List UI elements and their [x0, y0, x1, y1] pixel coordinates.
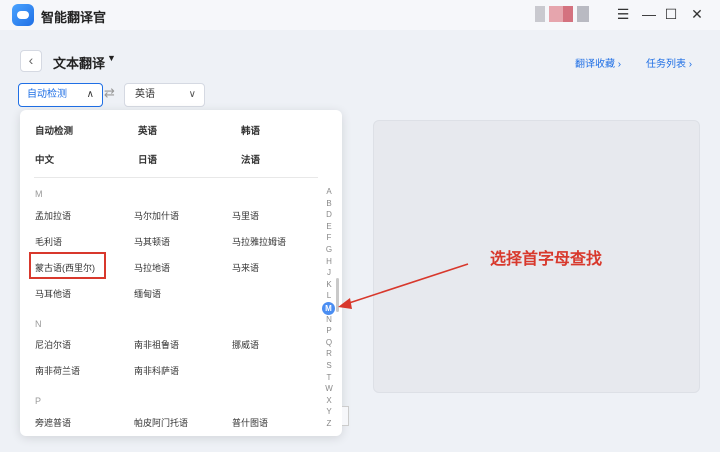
- language-option[interactable]: 英语: [138, 123, 157, 137]
- language-option[interactable]: 中文: [35, 152, 54, 166]
- menu-icon[interactable]: ☰: [614, 5, 632, 23]
- alphabet-letter-b[interactable]: B: [321, 199, 337, 208]
- maximize-icon[interactable]: ☐: [662, 5, 680, 23]
- language-option[interactable]: 普什图语: [232, 416, 268, 429]
- language-option[interactable]: 自动检测: [35, 123, 73, 137]
- language-option[interactable]: 南非科萨语: [134, 364, 179, 377]
- page-title[interactable]: 文本翻译: [53, 53, 105, 72]
- source-language-label: 自动检测: [27, 89, 67, 100]
- alphabet-letter-t[interactable]: T: [321, 373, 337, 382]
- favorites-link[interactable]: 翻译收藏 ›: [575, 55, 621, 70]
- alphabet-letter-h[interactable]: H: [321, 257, 337, 266]
- language-option[interactable]: 南非祖鲁语: [134, 338, 179, 351]
- language-option[interactable]: 马尔加什语: [134, 209, 179, 222]
- language-option[interactable]: 马拉地语: [134, 261, 170, 274]
- app-title: 智能翻译官: [41, 10, 107, 25]
- alphabet-letter-p[interactable]: P: [321, 327, 337, 335]
- annotation-text: 选择首字母查找: [490, 249, 603, 268]
- chevron-up-icon: ∧: [86, 89, 94, 100]
- caret-down-icon[interactable]: ▼: [107, 53, 116, 63]
- alphabet-letter-r[interactable]: R: [321, 350, 337, 358]
- language-option[interactable]: 日语: [138, 152, 157, 166]
- alphabet-letter-m[interactable]: M: [322, 301, 335, 315]
- alphabet-letter-l[interactable]: L: [321, 292, 337, 300]
- alphabet-letter-e[interactable]: E: [321, 222, 337, 231]
- language-option[interactable]: 韩语: [241, 123, 260, 137]
- alphabet-letter-f[interactable]: F: [321, 234, 337, 242]
- alphabet-letter-w[interactable]: W: [321, 385, 337, 393]
- alphabet-letter-s[interactable]: S: [321, 362, 337, 370]
- chevron-down-icon: ∨: [188, 89, 196, 100]
- language-option[interactable]: 马耳他语: [35, 287, 71, 300]
- language-option[interactable]: 马拉雅拉姆语: [232, 235, 286, 248]
- language-option[interactable]: 旁遮普语: [35, 416, 71, 429]
- group-letter-m: M: [35, 189, 43, 199]
- title-bar: 智能翻译官 ☰ — ☐ ✕: [0, 0, 720, 30]
- language-option[interactable]: 帕皮阿门托语: [134, 416, 188, 429]
- source-language-select[interactable]: 自动检测 ∧: [18, 83, 103, 107]
- swap-icon[interactable]: ⇄: [104, 85, 115, 101]
- language-option[interactable]: 南非荷兰语: [35, 364, 80, 377]
- close-icon[interactable]: ✕: [688, 5, 706, 23]
- alphabet-letter-q[interactable]: Q: [321, 338, 337, 347]
- alphabet-letter-k[interactable]: K: [321, 280, 337, 289]
- highlight-box: [29, 252, 106, 279]
- alphabet-letter-z[interactable]: Z: [321, 420, 337, 428]
- alphabet-letter-y[interactable]: Y: [321, 408, 337, 416]
- alphabet-letter-n[interactable]: N: [321, 315, 337, 324]
- alphabet-letter-a[interactable]: A: [321, 188, 337, 196]
- language-option[interactable]: 缅甸语: [134, 287, 161, 300]
- language-option[interactable]: 孟加拉语: [35, 209, 71, 222]
- language-option[interactable]: 马里语: [232, 209, 259, 222]
- language-option[interactable]: 马来语: [232, 261, 259, 274]
- language-option[interactable]: 挪威语: [232, 338, 259, 351]
- back-button[interactable]: ‹: [20, 50, 42, 72]
- alphabet-letter-g[interactable]: G: [321, 246, 337, 254]
- language-option[interactable]: 法语: [241, 152, 260, 166]
- language-option[interactable]: 毛利语: [35, 235, 62, 248]
- task-list-link[interactable]: 任务列表 ›: [646, 55, 692, 70]
- group-letter-n: N: [35, 319, 42, 329]
- minimize-icon[interactable]: —: [640, 5, 658, 23]
- language-option[interactable]: 尼泊尔语: [35, 338, 71, 351]
- alphabet-letter-j[interactable]: J: [321, 269, 337, 277]
- language-option[interactable]: 马其顿语: [134, 235, 170, 248]
- group-letter-p: P: [35, 396, 42, 406]
- alphabet-letter-d[interactable]: D: [321, 211, 337, 219]
- divider: [34, 177, 318, 178]
- alphabet-letter-x[interactable]: X: [321, 396, 337, 405]
- target-language-select[interactable]: 英语 ∨: [124, 83, 205, 107]
- scrollbar[interactable]: [336, 278, 339, 312]
- target-language-label: 英语: [135, 89, 155, 100]
- user-avatar[interactable]: [535, 6, 597, 22]
- app-logo-icon: [12, 4, 34, 26]
- panel-edge: [342, 406, 349, 426]
